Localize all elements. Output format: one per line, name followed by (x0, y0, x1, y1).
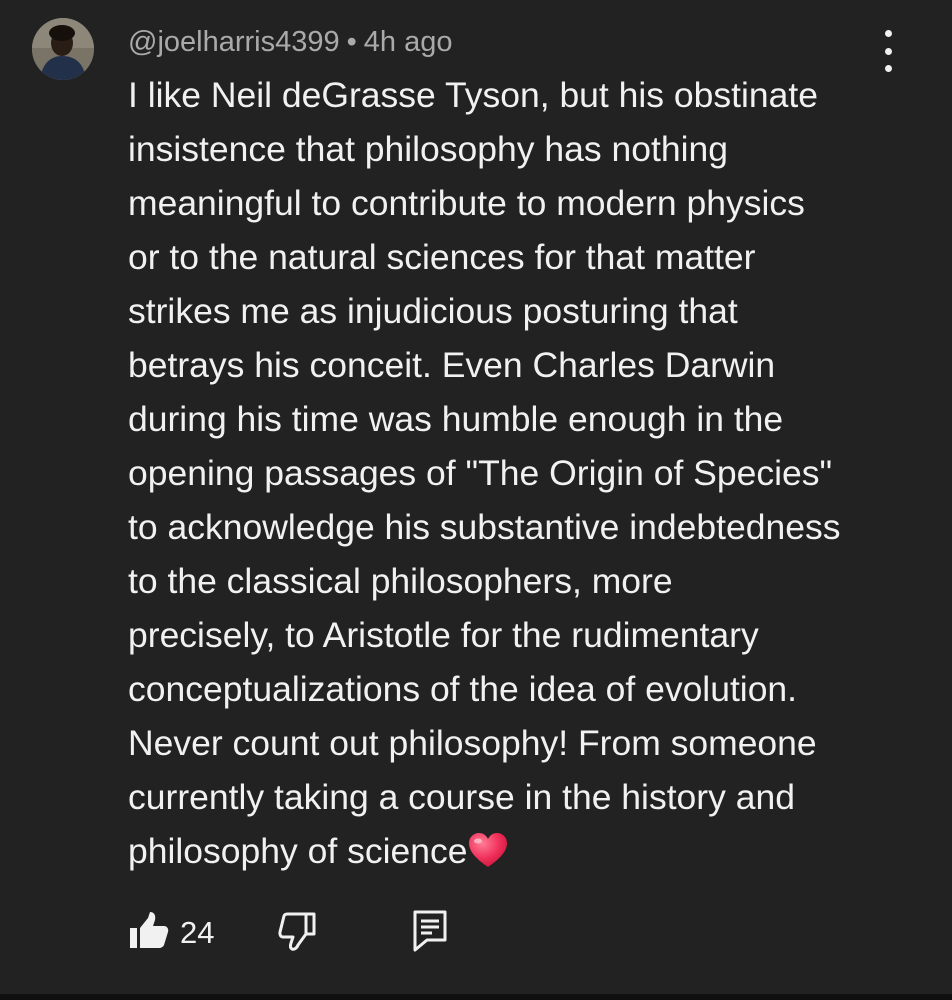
comment-meta: @joelharris4399 • 4h ago (128, 24, 452, 60)
reply-icon[interactable] (408, 908, 454, 954)
thumbs-up-icon[interactable] (126, 908, 172, 954)
heart-emoji (469, 833, 508, 867)
divider (0, 994, 952, 1000)
comment-text-block: I like Neil deGrasse Tyson, but his obst… (128, 68, 898, 878)
more-vert-icon[interactable] (872, 30, 904, 72)
meta-separator: • (346, 26, 357, 58)
comment-timestamp[interactable]: 4h ago (364, 26, 453, 58)
like-count: 24 (180, 915, 215, 950)
thumbs-down-icon[interactable] (274, 908, 320, 954)
comment-card: @joelharris4399 • 4h ago I like Neil deGra… (0, 0, 952, 1000)
avatar[interactable] (32, 18, 94, 80)
author-name[interactable]: @joelharris4399 (128, 26, 340, 58)
comment-text: I like Neil deGrasse Tyson, but his obst… (128, 75, 841, 871)
